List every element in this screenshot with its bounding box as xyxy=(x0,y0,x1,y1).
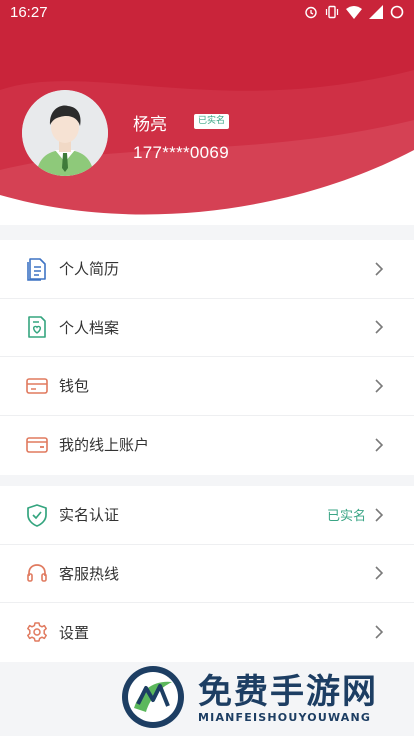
user-name: 杨亮 xyxy=(133,115,167,135)
gear-icon xyxy=(25,620,49,644)
wifi-icon xyxy=(346,5,362,19)
menu-group-profile: 个人简历 个人档案 钱包 我的线上账户 xyxy=(0,240,414,475)
avatar[interactable] xyxy=(22,90,108,176)
menu-item-archive[interactable]: 个人档案 xyxy=(0,299,414,357)
menu-item-label: 个人简历 xyxy=(59,260,120,279)
status-icons xyxy=(304,5,404,19)
menu-item-label: 客服热线 xyxy=(59,564,120,583)
chevron-right-icon xyxy=(375,320,384,334)
chevron-right-icon xyxy=(375,625,384,639)
avatar-person-icon xyxy=(22,90,108,176)
chevron-right-icon xyxy=(375,262,384,276)
chevron-right-icon xyxy=(375,508,384,522)
signal-icon xyxy=(369,5,383,19)
wallet-icon xyxy=(25,374,49,398)
shield-check-icon xyxy=(25,503,49,527)
status-time: 16:27 xyxy=(10,3,48,21)
alarm-icon xyxy=(305,6,317,19)
profile-page: 16:27 杨亮 已实名 177****0069 个人简历 个人档案 钱包 我的… xyxy=(0,0,414,736)
menu-item-label: 个人档案 xyxy=(59,318,120,337)
menu-item-real-name-auth[interactable]: 实名认证 已实名 xyxy=(0,486,414,545)
menu-item-online-account[interactable]: 我的线上账户 xyxy=(0,416,414,475)
menu-item-label: 实名认证 xyxy=(59,506,120,525)
online-account-icon xyxy=(25,433,49,457)
watermark-logo-icon xyxy=(122,666,184,728)
battery-icon xyxy=(390,5,404,19)
chevron-right-icon xyxy=(375,438,384,452)
archive-icon xyxy=(25,315,49,339)
chevron-right-icon xyxy=(375,379,384,393)
verification-status: 已实名 xyxy=(326,509,366,525)
vibrate-icon xyxy=(325,5,339,19)
watermark-title: 免费手游网 xyxy=(198,672,378,712)
menu-item-label: 钱包 xyxy=(59,377,90,396)
menu-item-resume[interactable]: 个人简历 xyxy=(0,240,414,299)
menu-group-service: 实名认证 已实名 客服热线 设置 xyxy=(0,486,414,662)
watermark-subtitle: MIANFEISHOUYOUWANG xyxy=(198,711,372,724)
menu-item-label: 我的线上账户 xyxy=(59,436,150,455)
chevron-right-icon xyxy=(375,566,384,580)
site-watermark: 免费手游网 MIANFEISHOUYOUWANG xyxy=(120,658,414,736)
verified-badge: 已实名 xyxy=(194,114,230,129)
menu-item-service-hotline[interactable]: 客服热线 xyxy=(0,545,414,603)
menu-item-settings[interactable]: 设置 xyxy=(0,603,414,662)
resume-icon xyxy=(25,257,49,281)
menu-item-label: 设置 xyxy=(59,623,90,642)
menu-item-wallet[interactable]: 钱包 xyxy=(0,357,414,416)
user-phone: 177****0069 xyxy=(133,143,229,162)
status-bar: 16:27 xyxy=(0,0,414,24)
headset-icon xyxy=(25,561,49,585)
profile-header: 16:27 杨亮 已实名 177****0069 xyxy=(0,0,414,225)
